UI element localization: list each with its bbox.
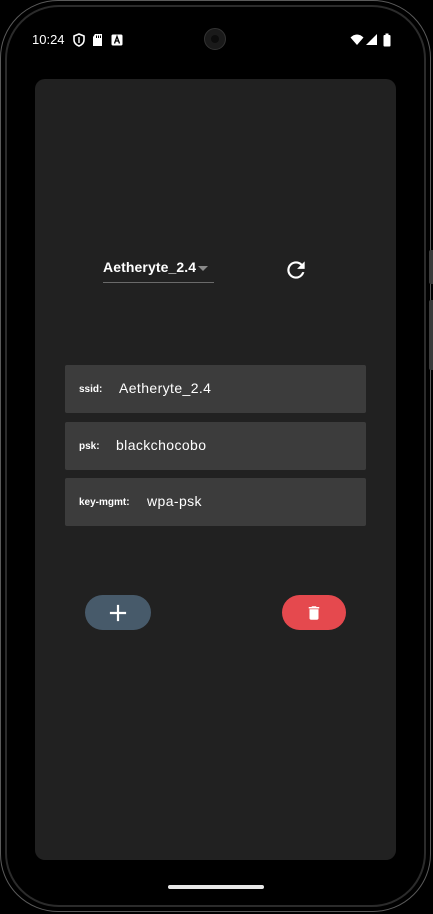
field-value: Aetheryte_2.4: [119, 380, 212, 396]
field-value: blackchocobo: [116, 437, 207, 453]
a-notification-icon: [111, 34, 123, 46]
volume-up-button: [429, 250, 433, 284]
trash-icon: [308, 605, 320, 620]
shield-icon: [73, 33, 85, 47]
field-label: ssid:: [79, 384, 103, 395]
home-indicator[interactable]: [168, 885, 264, 889]
plus-icon: [109, 604, 127, 621]
field-psk[interactable]: psk: blackchocobo: [65, 422, 366, 470]
refresh-icon: [287, 261, 305, 279]
network-dropdown[interactable]: Aetheryte_2.4: [103, 257, 214, 283]
field-key-mgmt[interactable]: key-mgmt: wpa-psk: [65, 478, 366, 526]
phone-frame: 10:24 Aetheryte_2.4 ssid: Aetheryte_2.4 …: [0, 0, 433, 914]
front-camera: [204, 28, 226, 50]
field-value: wpa-psk: [147, 493, 202, 509]
field-label: key-mgmt:: [79, 497, 130, 508]
wifi-icon: [350, 34, 364, 45]
network-dropdown-value: Aetheryte_2.4: [103, 259, 197, 275]
dropdown-arrow-icon: [198, 266, 208, 271]
signal-icon: [366, 34, 377, 45]
sd-card-icon: [93, 34, 102, 46]
volume-down-button: [429, 300, 433, 370]
battery-icon: [383, 33, 391, 47]
field-label: psk:: [79, 441, 100, 452]
delete-network-button[interactable]: [282, 595, 346, 630]
status-time: 10:24: [32, 32, 65, 47]
wifi-config-card: Aetheryte_2.4 ssid: Aetheryte_2.4 psk: b…: [35, 79, 396, 860]
field-ssid[interactable]: ssid: Aetheryte_2.4: [65, 365, 366, 413]
add-network-button[interactable]: [85, 595, 151, 630]
refresh-button[interactable]: [283, 257, 309, 283]
